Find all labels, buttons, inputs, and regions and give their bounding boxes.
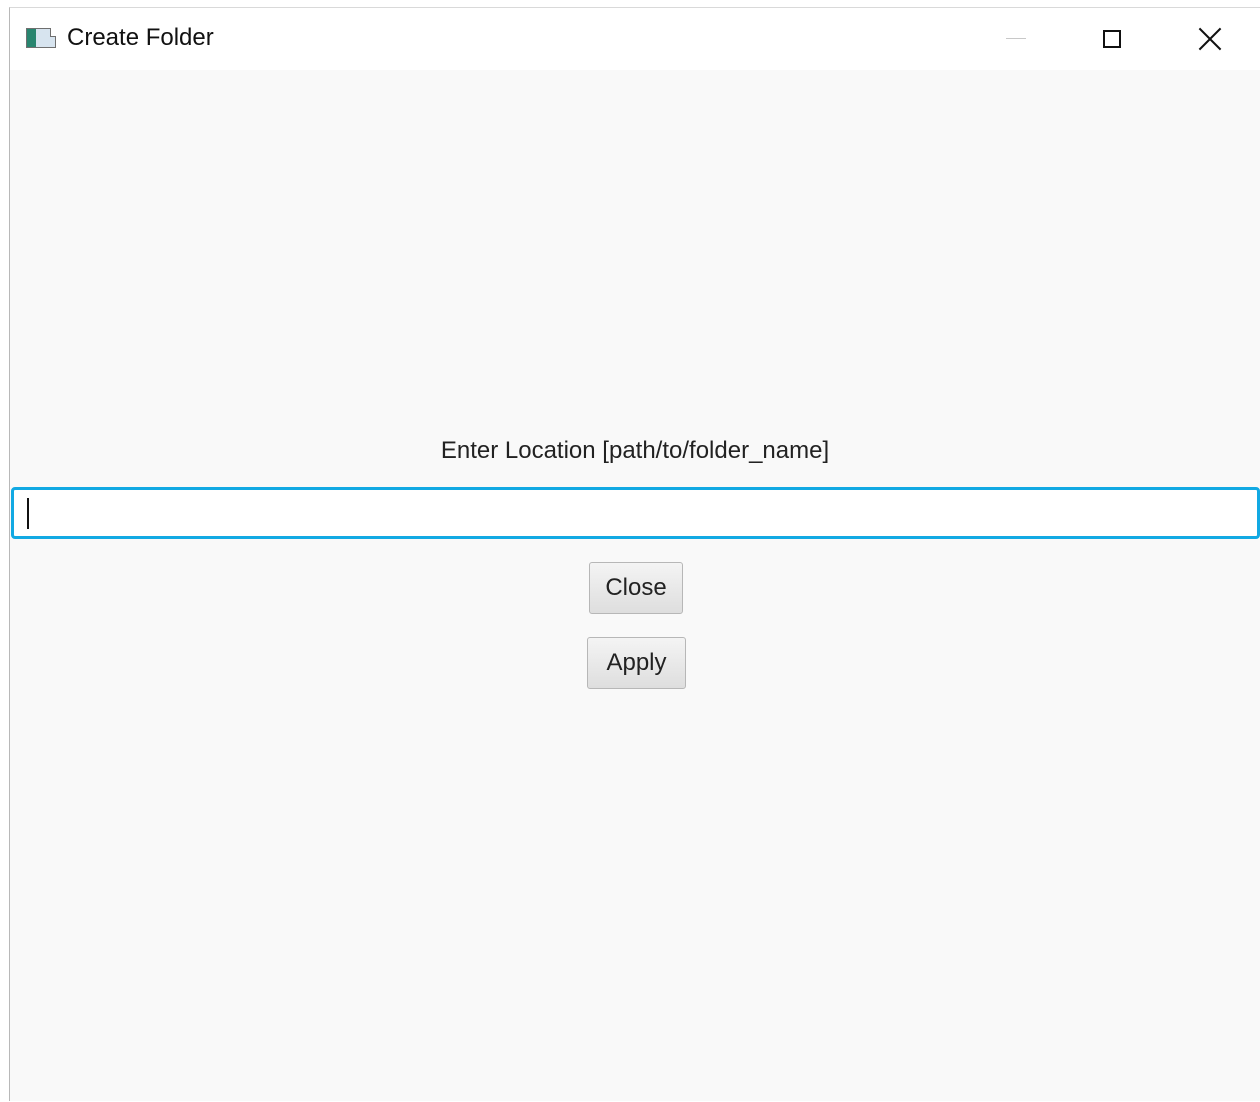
dialog-content: Enter Location [path/to/folder_name] Clo… bbox=[10, 70, 1260, 1102]
maximize-icon bbox=[1103, 30, 1121, 48]
maximize-button[interactable] bbox=[1065, 8, 1159, 70]
apply-button[interactable]: Apply bbox=[587, 637, 686, 689]
location-prompt-label: Enter Location [path/to/folder_name] bbox=[440, 437, 830, 464]
minimize-icon bbox=[1006, 37, 1026, 39]
create-folder-window: Create Folder Enter Location [path/to/fo… bbox=[9, 7, 1260, 1101]
title-bar[interactable]: Create Folder bbox=[10, 8, 1260, 70]
folder-path-input[interactable] bbox=[11, 487, 1260, 539]
close-icon bbox=[1198, 27, 1222, 51]
window-close-button[interactable] bbox=[1163, 8, 1257, 70]
app-window-icon bbox=[26, 28, 56, 48]
close-button[interactable]: Close bbox=[589, 562, 683, 614]
window-title: Create Folder bbox=[67, 24, 214, 51]
minimize-button[interactable] bbox=[969, 8, 1063, 70]
